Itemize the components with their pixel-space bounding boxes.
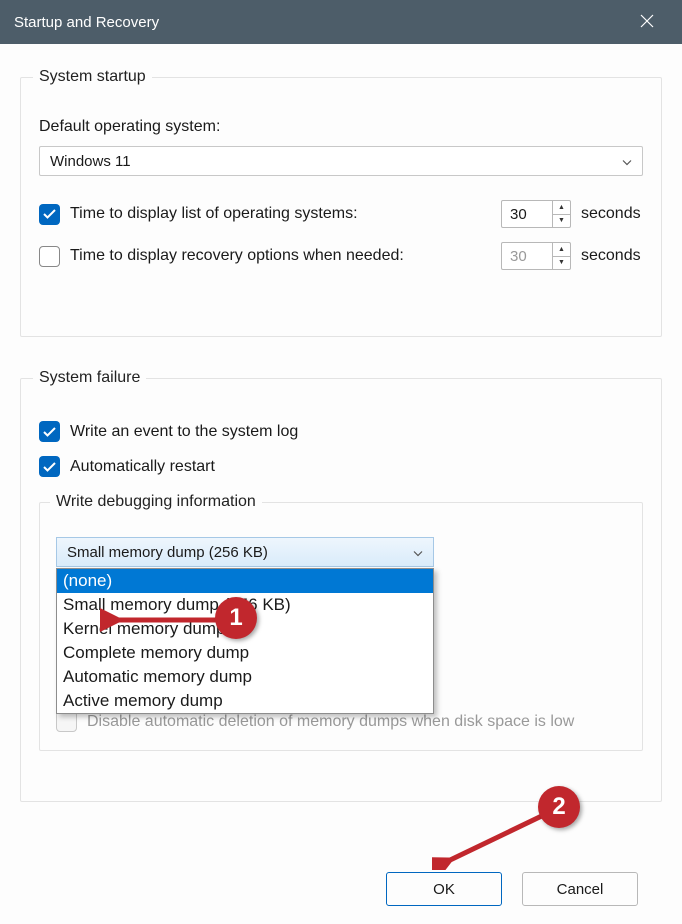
titlebar: Startup and Recovery bbox=[0, 0, 682, 44]
display-list-label: Time to display list of operating system… bbox=[70, 205, 491, 223]
spinner-display-recovery: 30 ▲ ▼ bbox=[501, 242, 571, 270]
legend-system-failure: System failure bbox=[33, 369, 146, 387]
close-icon[interactable] bbox=[626, 12, 668, 33]
spinner-down-icon[interactable]: ▼ bbox=[553, 215, 570, 228]
auto-restart-label: Automatically restart bbox=[70, 458, 215, 476]
window-title: Startup and Recovery bbox=[14, 14, 626, 31]
checkbox-auto-restart[interactable] bbox=[39, 456, 60, 477]
annotation-step-2: 2 bbox=[538, 786, 580, 828]
disable-deletion-label: Disable automatic deletion of memory dum… bbox=[87, 713, 574, 731]
checkbox-display-recovery[interactable] bbox=[39, 246, 60, 267]
dropdown-item-active[interactable]: Active memory dump bbox=[57, 689, 433, 713]
debug-dump-selected: Small memory dump (256 KB) bbox=[67, 544, 268, 561]
default-os-label: Default operating system: bbox=[39, 118, 643, 136]
spinner-display-list-value: 30 bbox=[502, 201, 552, 227]
seconds-label-1: seconds bbox=[581, 205, 643, 223]
dropdown-item-automatic[interactable]: Automatic memory dump bbox=[57, 665, 433, 689]
write-event-label: Write an event to the system log bbox=[70, 423, 298, 441]
annotation-step-1: 1 bbox=[215, 597, 257, 639]
dropdown-item-none[interactable]: (none) bbox=[57, 569, 433, 593]
debug-dump-select[interactable]: Small memory dump (256 KB) (none) Small … bbox=[56, 537, 434, 567]
debug-dump-dropdown[interactable]: (none) Small memory dump (256 KB) Kernel… bbox=[56, 568, 434, 714]
group-debug-info: Write debugging information Small memory… bbox=[39, 493, 643, 751]
spinner-up-icon[interactable]: ▲ bbox=[553, 201, 570, 215]
spinner-down-icon: ▼ bbox=[553, 257, 570, 270]
ok-button[interactable]: OK bbox=[386, 872, 502, 906]
checkbox-disable-deletion bbox=[56, 711, 77, 732]
seconds-label-2: seconds bbox=[581, 247, 643, 265]
dropdown-item-complete[interactable]: Complete memory dump bbox=[57, 641, 433, 665]
chevron-down-icon bbox=[622, 153, 632, 170]
legend-system-startup: System startup bbox=[33, 68, 152, 86]
display-recovery-label: Time to display recovery options when ne… bbox=[70, 247, 491, 265]
default-os-select[interactable]: Windows 11 bbox=[39, 146, 643, 176]
checkbox-write-event[interactable] bbox=[39, 421, 60, 442]
chevron-down-icon bbox=[413, 544, 423, 561]
checkbox-display-list[interactable] bbox=[39, 204, 60, 225]
group-system-failure: System failure Write an event to the sys… bbox=[20, 369, 662, 802]
spinner-display-recovery-value: 30 bbox=[502, 243, 552, 269]
spinner-up-icon: ▲ bbox=[553, 243, 570, 257]
default-os-value: Windows 11 bbox=[50, 153, 131, 170]
group-system-startup: System startup Default operating system:… bbox=[20, 68, 662, 337]
spinner-display-list[interactable]: 30 ▲ ▼ bbox=[501, 200, 571, 228]
cancel-button[interactable]: Cancel bbox=[522, 872, 638, 906]
legend-debug-info: Write debugging information bbox=[50, 493, 262, 511]
